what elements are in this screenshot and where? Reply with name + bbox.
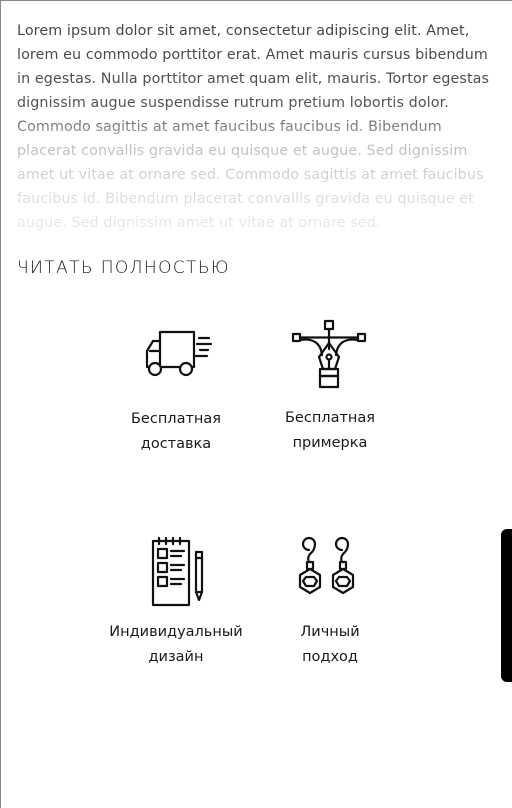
feature-label: Личный подход: [300, 624, 360, 665]
top-border: [1, 0, 512, 1]
feature-label: Индивидуальный дизайн: [109, 624, 243, 665]
read-more-link[interactable]: ЧИТАТЬ ПОЛНОСТЬЮ: [17, 258, 230, 278]
feature-free-delivery: Бесплатная доставка: [101, 325, 251, 457]
feature-label: Бесплатная доставка: [130, 411, 221, 452]
feature-individual-design: Индивидуальный дизайн: [101, 536, 251, 670]
earrings-icon: [298, 536, 355, 595]
notepad-pencil-icon: [151, 536, 204, 607]
delivery-truck-icon: [145, 330, 213, 377]
description-text: Lorem ipsum dolor sit amet, consectetur …: [17, 23, 490, 231]
scrollbar-thumb[interactable]: [501, 529, 512, 682]
feature-personal-approach: Личный подход: [255, 536, 405, 670]
description-block: Lorem ipsum dolor sit amet, consectetur …: [17, 19, 495, 257]
pen-tool-icon: [291, 319, 367, 389]
feature-label: Бесплатная примерка: [284, 410, 375, 451]
feature-free-fitting: Бесплатная примерка: [255, 319, 405, 456]
